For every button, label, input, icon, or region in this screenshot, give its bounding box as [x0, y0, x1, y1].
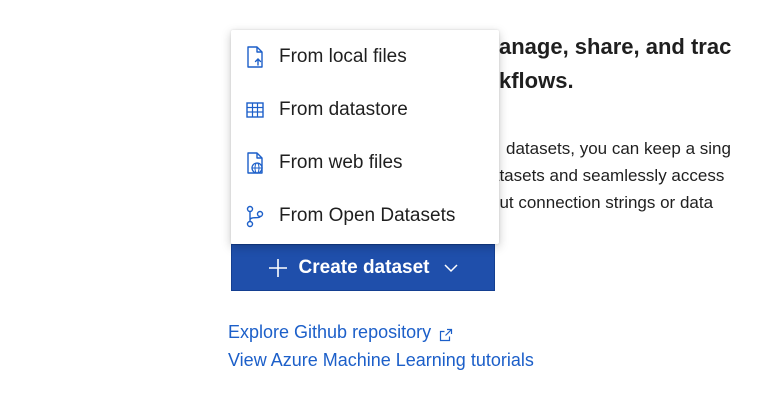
plus-icon [267, 257, 289, 279]
menu-item-label: From local files [279, 45, 407, 67]
azure-ml-tutorials-link[interactable]: View Azure Machine Learning tutorials [228, 350, 534, 371]
external-link-icon [439, 326, 453, 341]
chevron-down-icon [443, 260, 459, 276]
tutorials-link-label: View Azure Machine Learning tutorials [228, 350, 534, 370]
create-dataset-label: Create dataset [298, 256, 430, 278]
github-repository-link[interactable]: Explore Github repository [228, 322, 453, 343]
menu-item-label: From web files [279, 151, 403, 173]
heading-visible-part-2: kflows. [499, 68, 574, 93]
github-link-label: Explore Github repository [228, 322, 432, 342]
create-dataset-button[interactable]: Create dataset [231, 244, 495, 291]
description-visible-2: atasets and seamlessly access [490, 166, 725, 185]
heading-visible-part-1: anage, share, and trac [499, 34, 732, 59]
menu-item-label: From Open Datasets [279, 204, 456, 226]
description-visible-1: datasets, you can keep a sing [506, 139, 731, 158]
menu-item-open-datasets[interactable]: From Open Datasets [231, 189, 499, 242]
menu-item-label: From datastore [279, 98, 408, 120]
table-icon [243, 98, 267, 122]
menu-item-local-files[interactable]: From local files [231, 30, 499, 83]
menu-item-datastore[interactable]: From datastore [231, 83, 499, 136]
local-file-icon [243, 45, 267, 69]
create-dataset-menu: From local files From datastore From web… [231, 30, 499, 244]
description-visible-3: out connection strings or data [490, 193, 714, 212]
page: anage, share, and trac kflows. datasets,… [0, 0, 768, 397]
branch-icon [243, 204, 267, 228]
web-file-icon [243, 151, 267, 175]
menu-item-web-files[interactable]: From web files [231, 136, 499, 189]
